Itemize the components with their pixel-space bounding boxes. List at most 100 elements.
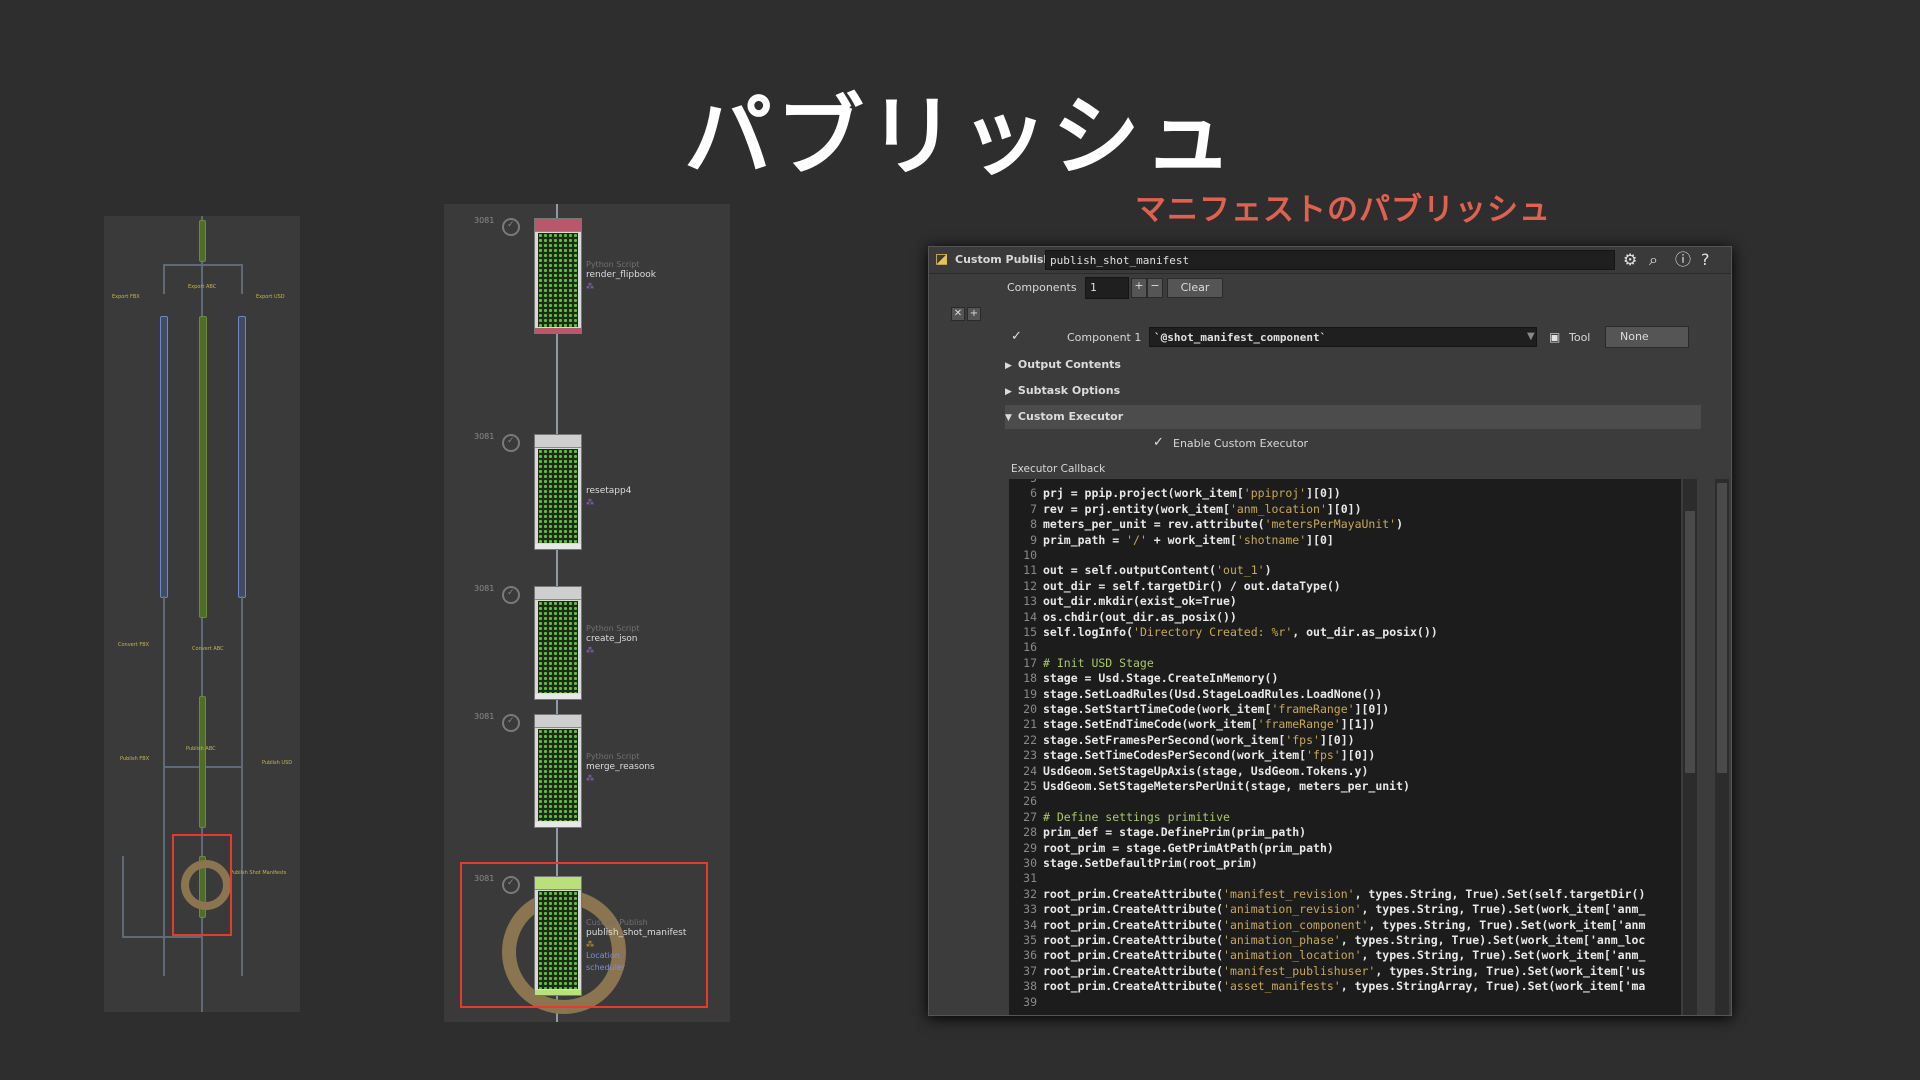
- code-line[interactable]: 20 stage.SetStartTimeCode(work_item['fram…: [1009, 702, 1389, 717]
- line-number: 18: [1023, 671, 1037, 686]
- code-line[interactable]: 9 prim_path = '/' + work_item['shotname']…: [1009, 533, 1334, 548]
- code-token: , types.String, True).Set(work_item['anm…: [1340, 933, 1646, 947]
- dialog-scrollbar-thumb[interactable]: [1717, 483, 1727, 773]
- graph-node-chain[interactable]: [199, 696, 206, 828]
- code-token: out_dir = self.targetDir() / out.dataTyp…: [1043, 578, 1341, 593]
- line-number: 20: [1023, 702, 1037, 716]
- close-icon[interactable]: ✕: [951, 307, 965, 321]
- graph-node-chain[interactable]: [238, 316, 246, 598]
- code-line[interactable]: 18 stage = Usd.Stage.CreateInMemory(): [1009, 671, 1278, 686]
- graph-node-chain[interactable]: [199, 220, 206, 262]
- code-line[interactable]: 11 out = self.outputContent('out_1'): [1009, 563, 1271, 578]
- code-line[interactable]: 31: [1009, 871, 1043, 886]
- help-icon[interactable]: ?: [1701, 250, 1710, 270]
- code-token: root_prim.CreateAttribute(: [1043, 963, 1224, 978]
- line-number: 22: [1023, 732, 1037, 747]
- graph-edge: [163, 264, 243, 266]
- search-icon[interactable]: ⌕: [1649, 250, 1658, 270]
- graph-edge: [163, 596, 165, 976]
- code-line[interactable]: 29 root_prim = stage.GetPrimAtPath(prim_p…: [1009, 841, 1334, 856]
- code-line[interactable]: 21 stage.SetEndTimeCode(work_item['frameR…: [1009, 717, 1375, 732]
- node-status-icon: ✓: [502, 586, 520, 604]
- graph-node[interactable]: [534, 586, 582, 700]
- code-line[interactable]: 35 root_prim.CreateAttribute('animation_p…: [1009, 933, 1645, 948]
- code-token: 'anm_location': [1229, 501, 1327, 516]
- code-line[interactable]: 7 rev = prj.entity(work_item['anm_locatio…: [1009, 501, 1362, 517]
- code-line[interactable]: 6 prj = ppip.project(work_item['ppiproj']…: [1009, 486, 1341, 501]
- graph-label: Publish FBX: [120, 756, 150, 762]
- add-component-button[interactable]: +: [1131, 278, 1147, 298]
- code-token: 'fps': [1285, 732, 1320, 747]
- code-line[interactable]: 19 stage.SetLoadRules(Usd.StageLoadRules.…: [1009, 687, 1382, 702]
- graph-label: Convert FBX: [118, 642, 150, 648]
- code-line[interactable]: 16: [1009, 640, 1043, 655]
- code-token: ][0]): [1319, 732, 1355, 747]
- insert-icon[interactable]: +: [967, 307, 981, 321]
- graph-node[interactable]: [534, 218, 582, 334]
- graph-overview-panel[interactable]: Export FBX Export ABC Export USD Convert…: [104, 216, 300, 1012]
- graph-detail-panel[interactable]: 3081 ✓ Python Script render_flipbook ⁂ 3…: [444, 204, 730, 1022]
- code-line[interactable]: 36 root_prim.CreateAttribute('animation_l…: [1009, 948, 1645, 963]
- checkmark-icon[interactable]: ✓: [1153, 433, 1164, 453]
- node-name-field[interactable]: publish_shot_manifest: [1045, 250, 1615, 270]
- code-line[interactable]: 38 root_prim.CreateAttribute('asset_manif…: [1009, 979, 1645, 994]
- line-number: 19: [1023, 686, 1037, 701]
- code-editor[interactable]: 56 prj = ppip.project(work_item['ppiproj'…: [1009, 479, 1681, 1015]
- code-line[interactable]: 24 UsdGeom.SetStageUpAxis(stage, UsdGeom.…: [1009, 764, 1368, 779]
- code-line[interactable]: 26: [1009, 794, 1043, 809]
- executor-callback-label: Executor Callback: [1011, 463, 1106, 475]
- code-line[interactable]: 17 # Init USD Stage: [1009, 656, 1154, 671]
- node-attribute-icon: ⁂: [586, 282, 594, 291]
- node-status-icon: ✓: [502, 218, 520, 236]
- code-token: ): [1396, 517, 1404, 532]
- code-line[interactable]: 13 out_dir.mkdir(exist_ok=True): [1009, 594, 1237, 609]
- code-token: , out_dir.as_posix()): [1292, 625, 1438, 639]
- code-token: , types.String, True).Set(work_item['anm…: [1361, 948, 1646, 963]
- code-scrollbar-thumb[interactable]: [1685, 511, 1695, 773]
- code-line[interactable]: 12 out_dir = self.targetDir() / out.dataT…: [1009, 579, 1341, 594]
- graph-node[interactable]: [534, 714, 582, 828]
- graph-edge: [241, 264, 243, 294]
- code-line[interactable]: 39: [1009, 995, 1043, 1010]
- section-output-contents[interactable]: ▶ Output Contents: [1005, 353, 1701, 377]
- tool-dropdown[interactable]: None: [1605, 326, 1689, 348]
- parameter-dialog[interactable]: ◪ Custom Publish publish_shot_manifest ⚙…: [928, 246, 1732, 1016]
- clear-button[interactable]: Clear: [1167, 278, 1223, 298]
- components-field[interactable]: 1: [1085, 277, 1129, 299]
- code-line[interactable]: 23 stage.SetTimeCodesPerSecond(work_item[…: [1009, 748, 1375, 763]
- code-token: + work_item[: [1146, 532, 1237, 547]
- code-line[interactable]: 22 stage.SetFramesPerSecond(work_item['fp…: [1009, 732, 1355, 748]
- code-line[interactable]: 28 prim_def = stage.DefinePrim(prim_path): [1009, 825, 1306, 840]
- code-token: ][0]): [1326, 501, 1362, 516]
- section-subtask-options[interactable]: ▶ Subtask Options: [1005, 379, 1701, 403]
- code-line[interactable]: 8 meters_per_unit = rev.attribute('meters…: [1009, 517, 1403, 532]
- graph-edge: [163, 264, 165, 294]
- slide-title: パブリッシュ: [683, 85, 1236, 188]
- code-line[interactable]: 14 os.chdir(out_dir.as_posix()): [1009, 610, 1237, 625]
- code-line[interactable]: 32 root_prim.CreateAttribute('manifest_re…: [1009, 887, 1645, 902]
- line-number: 7: [1030, 501, 1037, 516]
- code-token: root_prim.CreateAttribute(: [1043, 933, 1224, 947]
- code-line[interactable]: 34 root_prim.CreateAttribute('animation_c…: [1009, 918, 1645, 933]
- code-token: 'ppiproj': [1243, 486, 1307, 501]
- enable-executor-label[interactable]: Enable Custom Executor: [1173, 437, 1308, 450]
- section-custom-executor[interactable]: ▼ Custom Executor: [1005, 405, 1701, 429]
- code-line[interactable]: 27 # Define settings primitive: [1009, 810, 1230, 825]
- code-line[interactable]: 25 UsdGeom.SetStageMetersPerUnit(stage, m…: [1009, 779, 1410, 794]
- info-icon[interactable]: ⓘ: [1675, 250, 1691, 270]
- code-line[interactable]: 10: [1009, 548, 1043, 563]
- node-attribute-icon: ⁂: [586, 498, 594, 507]
- code-line[interactable]: 30 stage.SetDefaultPrim(root_prim): [1009, 856, 1258, 871]
- remove-component-button[interactable]: −: [1147, 278, 1163, 298]
- code-line[interactable]: 33 root_prim.CreateAttribute('animation_r…: [1009, 902, 1645, 917]
- code-line[interactable]: 37 root_prim.CreateAttribute('manifest_pu…: [1009, 964, 1645, 979]
- code-line[interactable]: 5: [1009, 479, 1043, 486]
- gear-icon[interactable]: ⚙: [1623, 250, 1637, 270]
- code-line[interactable]: 15 self.logInfo('Directory Created: %r', …: [1009, 625, 1438, 640]
- checkmark-icon[interactable]: ✓: [1011, 327, 1022, 347]
- graph-node[interactable]: [534, 434, 582, 550]
- component-field[interactable]: `@shot_manifest_component`: [1149, 327, 1537, 347]
- graph-node-chain[interactable]: [160, 316, 168, 598]
- chevron-down-icon[interactable]: ▼: [1527, 327, 1535, 347]
- graph-node-chain[interactable]: [199, 316, 207, 618]
